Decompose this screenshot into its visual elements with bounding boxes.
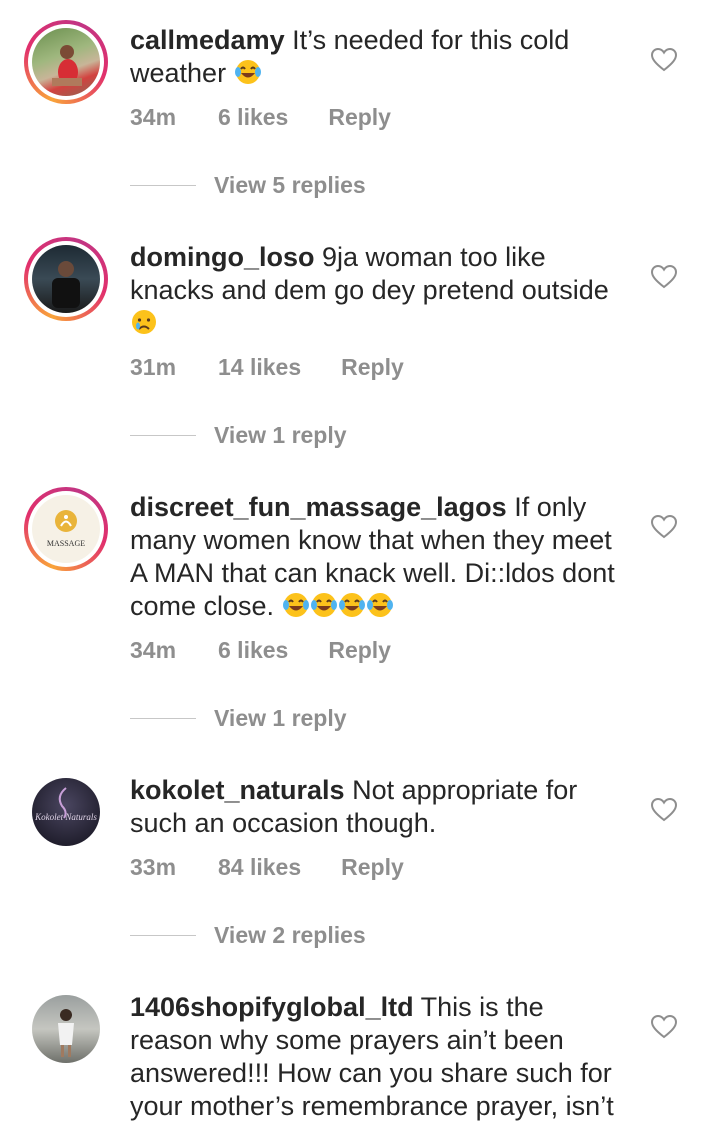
- heart-icon[interactable]: [651, 515, 677, 539]
- avatar: [32, 995, 100, 1063]
- comment-username[interactable]: kokolet_naturals: [130, 775, 345, 805]
- avatar-story-ring[interactable]: [24, 237, 108, 321]
- avatar: Kokolet Naturals: [32, 778, 100, 846]
- heart-icon[interactable]: [651, 48, 677, 72]
- heart-icon[interactable]: [651, 798, 677, 822]
- laugh-cry-emoji-icon: [234, 60, 261, 84]
- reply-button[interactable]: Reply: [328, 104, 391, 131]
- view-replies-label: View 5 replies: [214, 172, 366, 198]
- view-replies[interactable]: View 1 reply: [130, 705, 347, 732]
- comment-time: 33m: [130, 854, 177, 880]
- comment-likes[interactable]: 6 likes: [218, 637, 288, 664]
- comment-username[interactable]: 1406shopifyglobal_ltd: [130, 992, 414, 1022]
- laugh-cry-emoji-icon: [338, 593, 365, 617]
- view-replies[interactable]: View 2 replies: [130, 922, 366, 949]
- avatar: [32, 28, 100, 96]
- reply-button[interactable]: Reply: [341, 354, 404, 381]
- laugh-cry-emoji-icon: [310, 593, 337, 617]
- crying-emoji-icon: [132, 310, 156, 334]
- avatar: [32, 245, 100, 313]
- laugh-cry-emoji-icon: [282, 593, 309, 617]
- avatar-story-ring[interactable]: [24, 20, 108, 104]
- comment-username[interactable]: callmedamy: [130, 25, 285, 55]
- comment-username[interactable]: discreet_fun_massage_lagos: [130, 492, 507, 522]
- avatar-story-ring[interactable]: MASSAGE: [24, 487, 108, 571]
- heart-icon[interactable]: [651, 1015, 677, 1039]
- view-replies[interactable]: View 5 replies: [130, 172, 366, 199]
- avatar-container[interactable]: Kokolet Naturals: [24, 770, 108, 854]
- comment-likes[interactable]: 14 likes: [218, 354, 301, 381]
- avatar: MASSAGE: [32, 495, 100, 563]
- comment-time: 34m: [130, 104, 177, 130]
- avatar-logo-text: MASSAGE: [46, 539, 86, 548]
- view-replies-label: View 1 reply: [214, 705, 347, 731]
- reply-button[interactable]: Reply: [328, 637, 391, 664]
- comment-likes[interactable]: 84 likes: [218, 854, 301, 881]
- laugh-cry-emoji-icon: [366, 593, 393, 617]
- heart-icon[interactable]: [651, 265, 677, 289]
- emoji-group: [282, 591, 394, 621]
- avatar-container[interactable]: [24, 987, 108, 1071]
- comment-username[interactable]: domingo_loso: [130, 242, 315, 272]
- comment-likes[interactable]: 6 likes: [218, 104, 288, 131]
- view-replies-label: View 2 replies: [214, 922, 366, 948]
- avatar-logo-text: Kokolet Naturals: [35, 812, 97, 822]
- reply-button[interactable]: Reply: [341, 854, 404, 881]
- view-replies-label: View 1 reply: [214, 422, 347, 448]
- comment-time: 31m: [130, 354, 177, 380]
- view-replies[interactable]: View 1 reply: [130, 422, 347, 449]
- comment-time: 34m: [130, 637, 177, 663]
